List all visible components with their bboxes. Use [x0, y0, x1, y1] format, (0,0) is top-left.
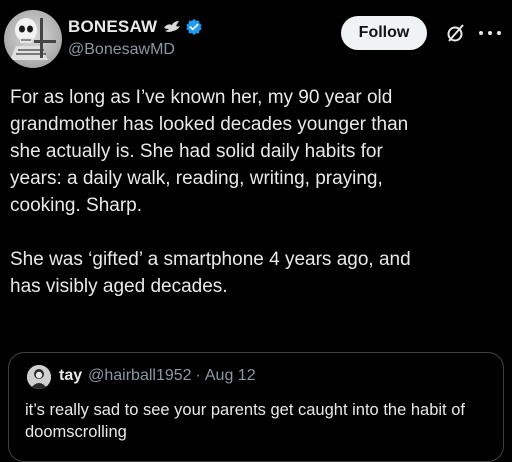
follow-button[interactable]: Follow [341, 16, 427, 50]
more-icon[interactable] [477, 30, 503, 36]
quote-author-name: tay [59, 367, 83, 384]
quoted-tweet[interactable]: tay @hairball1952 · Aug 12 it’s really s… [8, 352, 504, 462]
author-avatar[interactable] [4, 10, 62, 68]
person-avatar-icon [27, 365, 51, 389]
author-handle[interactable]: @BonesawMD [68, 41, 175, 59]
verified-badge-icon[interactable] [185, 18, 203, 36]
tweet-header: BONESAW @BonesawMD Follow [0, 0, 512, 80]
grok-icon[interactable] [446, 23, 466, 43]
skeleton-avatar-icon [10, 18, 56, 60]
quote-header: tay @hairball1952 · Aug 12 [59, 367, 256, 385]
bird-icon [164, 21, 181, 32]
quote-text: it’s really sad to see your parents get … [25, 401, 465, 441]
quote-date: Aug 12 [204, 367, 256, 384]
quote-author-handle: @hairball1952 [88, 367, 192, 384]
author-display-name[interactable]: BONESAW [68, 17, 157, 37]
tweet-text: For as long as I’ve known her, my 90 yea… [10, 87, 411, 297]
author-name-row: BONESAW [68, 15, 203, 39]
quote-author-avatar [27, 365, 51, 389]
quote-separator: · [195, 367, 201, 384]
